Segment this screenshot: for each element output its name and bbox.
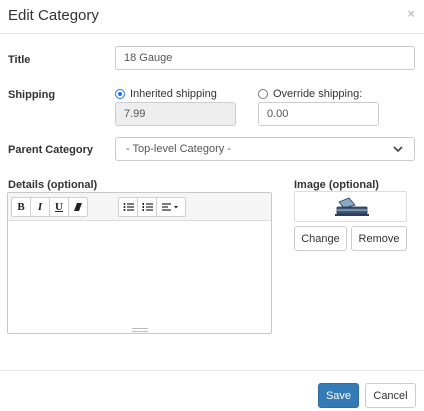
clear-format-button[interactable]: [68, 197, 88, 217]
override-shipping-input[interactable]: 0.00: [258, 102, 379, 126]
casket-image: [334, 197, 369, 216]
parent-category-select[interactable]: - Top-level Category -: [115, 137, 415, 161]
details-editor: B I U: [7, 192, 272, 334]
align-dropdown-button[interactable]: [156, 197, 186, 217]
align-dropdown-icon: [162, 203, 178, 211]
inherited-shipping-radio[interactable]: [115, 89, 125, 99]
unordered-list-icon: [123, 203, 134, 211]
close-icon[interactable]: ×: [407, 6, 415, 21]
ordered-list-button[interactable]: [137, 197, 157, 217]
chevron-down-icon: [393, 146, 403, 153]
resize-handle[interactable]: [132, 328, 148, 332]
title-label: Title: [8, 54, 31, 66]
remove-image-button[interactable]: Remove: [351, 226, 407, 251]
shipping-label: Shipping: [8, 89, 56, 101]
details-text-area[interactable]: [8, 222, 271, 327]
parent-category-label: Parent Category: [8, 144, 93, 156]
inherited-shipping-option[interactable]: Inherited shipping: [115, 88, 217, 100]
title-input[interactable]: 18 Gauge: [115, 46, 415, 70]
dialog-header: Edit Category ×: [0, 0, 424, 34]
eraser-icon: [74, 203, 82, 211]
save-button[interactable]: Save: [318, 383, 359, 408]
override-shipping-radio[interactable]: [258, 89, 268, 99]
inherited-shipping-field: 7.99: [115, 102, 236, 126]
details-label: Details (optional): [8, 179, 98, 191]
override-shipping-label: Override shipping:: [273, 88, 363, 100]
list-button-group: [118, 197, 186, 217]
dialog-title: Edit Category: [8, 7, 99, 24]
category-image-preview: [294, 191, 407, 222]
unordered-list-button[interactable]: [118, 197, 138, 217]
image-label: Image (optional): [294, 179, 379, 191]
underline-button[interactable]: U: [49, 197, 69, 217]
inherited-shipping-label: Inherited shipping: [130, 88, 217, 100]
inherited-shipping-value: 7.99: [124, 108, 146, 120]
edit-category-dialog: Edit Category × Title 18 Gauge Shipping …: [0, 0, 424, 411]
override-shipping-value: 0.00: [267, 108, 289, 120]
override-shipping-option[interactable]: Override shipping:: [258, 88, 362, 100]
format-button-group: B I U: [11, 197, 88, 217]
editor-toolbar: B I U: [8, 193, 271, 221]
change-image-button[interactable]: Change: [294, 226, 347, 251]
title-input-value: 18 Gauge: [124, 52, 173, 64]
cancel-button[interactable]: Cancel: [365, 383, 416, 408]
bold-button[interactable]: B: [11, 197, 31, 217]
italic-button[interactable]: I: [30, 197, 50, 217]
footer-divider: [0, 370, 424, 371]
parent-category-value: - Top-level Category -: [126, 143, 231, 155]
ordered-list-icon: [142, 203, 153, 211]
